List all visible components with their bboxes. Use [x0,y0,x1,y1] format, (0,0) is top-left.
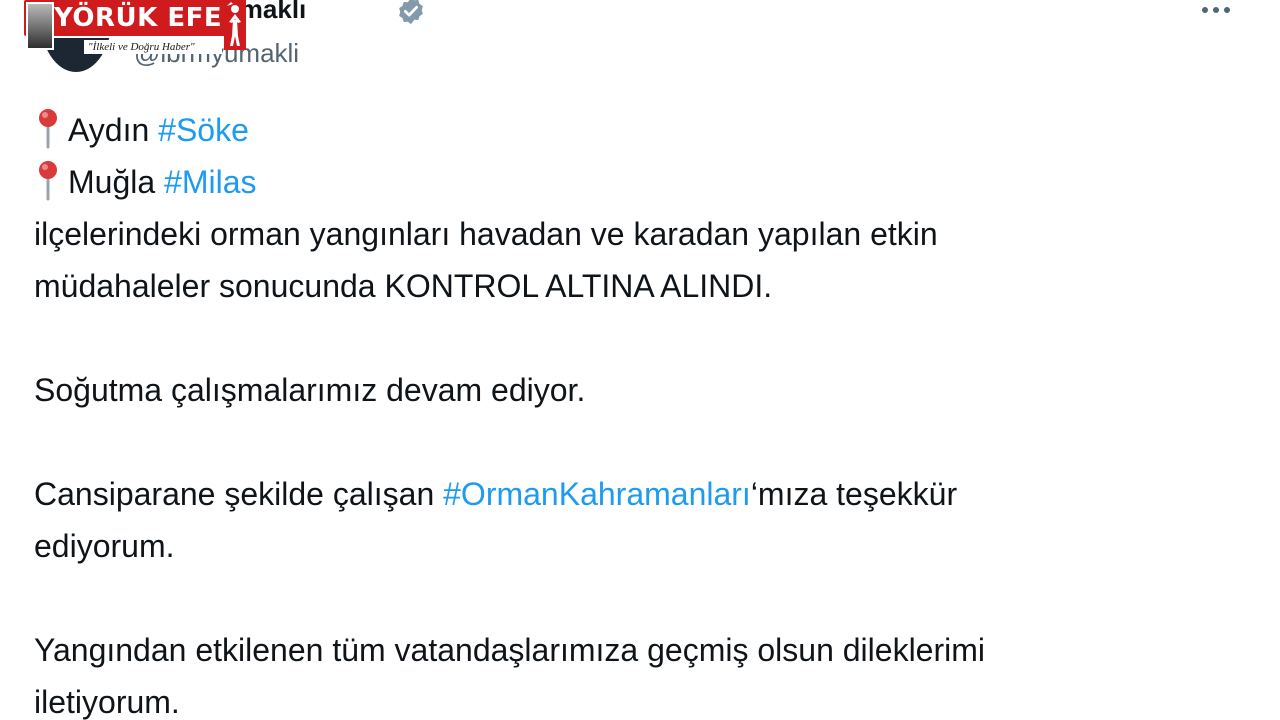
tweet-line-6-suffix: ‘mıza teşekkür [750,476,958,512]
hashtag-orman-kahramanlari[interactable]: #OrmanKahramanları [443,476,751,512]
more-options-icon-dot [1224,7,1230,13]
tweet-line-location-2: Muğla #Milas [34,156,1234,208]
tweet-line-3: ilçelerindeki orman yangınları havadan v… [34,216,938,252]
location-1-label: Aydın [68,112,150,148]
tweet-text: Aydın #Söke Muğla #Milas ilçelerindeki o… [34,104,1234,720]
location-2-label: Muğla [68,164,156,200]
logo-tagline: "İlkeli ve Doğru Haber" [84,40,222,54]
tweet-line-8: Yangından etkilenen tüm vatandaşlarımıza… [34,632,985,668]
round-pushpin-icon [39,109,57,149]
round-pushpin-icon [39,161,57,201]
logo-figure-icon [224,0,246,50]
tweet-line-5: Soğutma çalışmalarımız devam ediyor. [34,372,586,408]
tweet-line-6-prefix: Cansiparane şekilde çalışan [34,476,435,512]
logo-portrait-image [26,2,54,50]
tweet-line-9: iletiyorum. [34,684,180,720]
more-options-icon-dot [1213,7,1219,13]
more-options-button[interactable] [1196,0,1236,22]
hashtag-milas[interactable]: #Milas [164,164,256,200]
watermark-logo: YÖRÜK EFE "İlkeli ve Doğru Haber" [24,0,246,54]
tweet-line-location-1: Aydın #Söke [34,104,1234,156]
tweet-line-4: müdahaleler sonucunda KONTROL ALTINA ALI… [34,268,773,304]
tweet-screenshot: Yumaklı @ibrmyumakli YÖRÜK EFE "İlkeli v… [0,0,1280,720]
hashtag-soke[interactable]: #Söke [158,112,249,148]
verified-badge-icon [399,0,423,25]
tweet-line-7: ediyorum. [34,528,175,564]
logo-brand-text: YÖRÜK EFE [54,3,223,33]
more-options-icon [1202,7,1208,13]
tweet-line-6: Cansiparane şekilde çalışan #OrmanKahram… [34,468,1234,520]
